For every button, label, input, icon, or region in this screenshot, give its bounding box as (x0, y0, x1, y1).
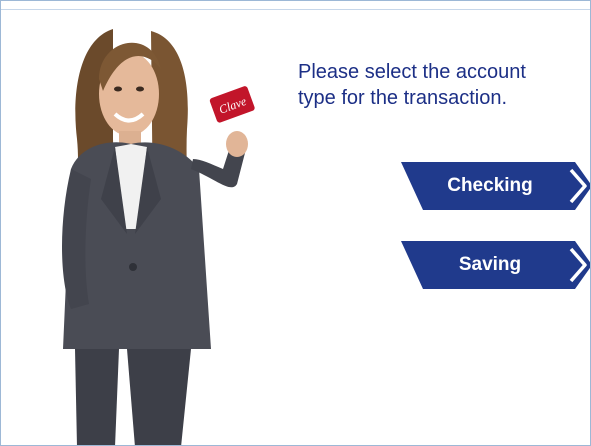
prompt-line-1: Please select the account (298, 61, 526, 83)
transaction-prompt: Please select the account type for the t… (298, 59, 568, 111)
woman-holding-card-image: Clave (62, 29, 255, 445)
saving-button[interactable]: Saving (401, 241, 590, 289)
checking-button[interactable]: Checking (401, 162, 590, 210)
saving-label: Saving (458, 254, 522, 275)
atm-screen: Clave Please select the account type for… (0, 0, 591, 446)
prompt-line-2: type for the transaction. (298, 87, 508, 109)
screen-top-edge (1, 1, 590, 10)
checking-label: Checking (447, 175, 533, 196)
